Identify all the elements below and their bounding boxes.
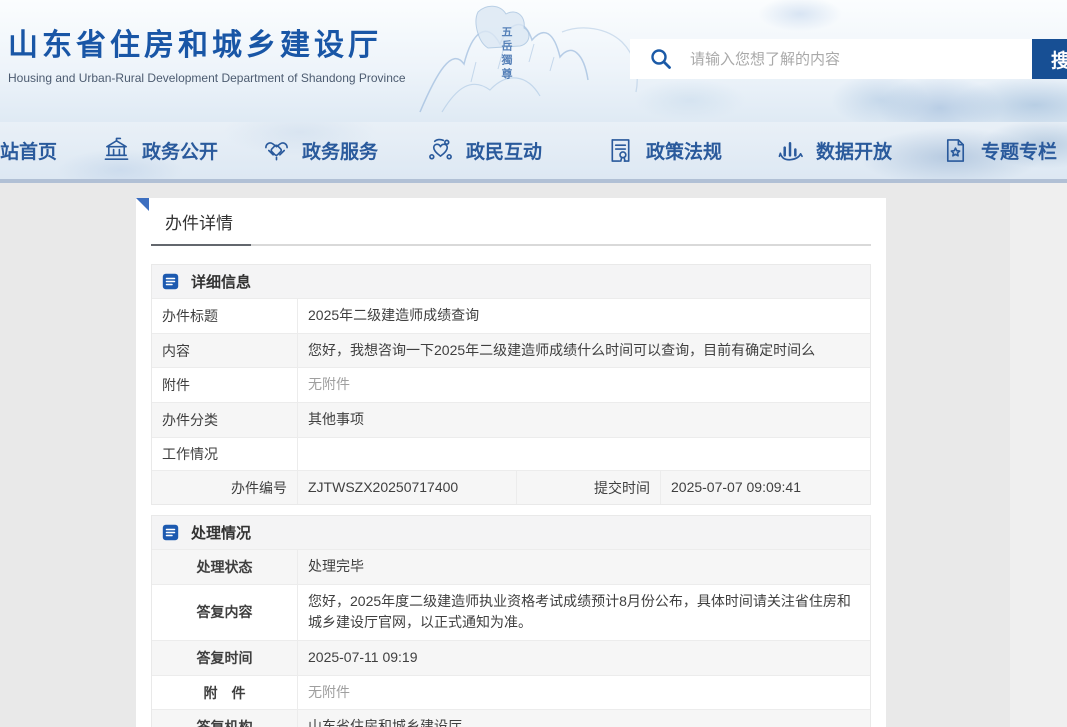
section-title: 处理情况 — [191, 522, 251, 543]
field-value — [297, 438, 870, 470]
field-label: 提交时间 — [516, 471, 660, 505]
site-title: 山东省住房和城乡建设厅 — [8, 20, 406, 64]
section-process-info: 处理情况 处理状态 处理完毕 答复内容 您好，2025年度二级建造师执业资格考试… — [151, 515, 871, 727]
table-footer-row: 办件编号 ZJTWSZX20250717400 提交时间 2025-07-07 … — [152, 470, 870, 505]
nav-item-policies[interactable]: 政策法规 — [607, 122, 722, 179]
site-logo[interactable]: 山东省住房和城乡建设厅 Housing and Urban-Rural Deve… — [8, 20, 406, 85]
site-header: 山东省住房和城乡建设厅 Housing and Urban-Rural Deve… — [0, 0, 1067, 122]
detail-card: 办件详情 详细信息 办件标题 2025年二级建造师成绩查询 内容 您好，我想咨询… — [136, 198, 886, 727]
nav-item-open-data[interactable]: 数据开放 — [777, 122, 892, 179]
field-value: 无附件 — [297, 676, 870, 710]
table-row: 工作情况 — [152, 437, 870, 470]
nav-item-label: 政务公开 — [142, 137, 218, 164]
search-input[interactable] — [630, 39, 1032, 79]
bar-chart-icon — [777, 137, 804, 164]
legal-doc-icon — [607, 137, 634, 164]
bank-icon — [103, 137, 130, 164]
reply-time: 2025-07-11 09:19 — [297, 641, 870, 675]
nav-item-gov-disclosure[interactable]: 政务公开 — [103, 122, 218, 179]
field-label: 内容 — [152, 334, 297, 368]
table-row: 答复内容 您好，2025年度二级建造师执业资格考试成绩预计8月份公布，具体时间请… — [152, 584, 870, 640]
heart-hands-icon — [427, 137, 454, 164]
reply-agency: 山东省住房和城乡建设厅 — [297, 710, 870, 727]
page-title: 办件详情 — [165, 209, 233, 234]
field-value: 您好，我想咨询一下2025年二级建造师成绩什么时间可以查询，目前有确定时间么 — [297, 334, 870, 368]
corner-decor — [136, 198, 149, 211]
site-subtitle: Housing and Urban-Rural Development Depa… — [8, 71, 406, 85]
nav-item-special-topics[interactable]: 专题专栏 — [942, 122, 1057, 179]
content-area: 办件详情 详细信息 办件标题 2025年二级建造师成绩查询 内容 您好，我想咨询… — [0, 183, 1067, 727]
main-nav: 站首页 政务公开 政务服务 — [0, 122, 1067, 179]
section-header: 处理情况 — [152, 516, 870, 549]
field-label: 处理状态 — [152, 550, 297, 584]
title-underline — [151, 244, 871, 246]
field-label: 工作情况 — [152, 438, 297, 470]
field-label: 办件编号 — [152, 471, 297, 505]
nav-item-label: 政策法规 — [646, 137, 722, 164]
decor-seal-text: 五岳獨尊 — [498, 26, 514, 82]
table-row: 内容 您好，我想咨询一下2025年二级建造师成绩什么时间可以查询，目前有确定时间… — [152, 333, 870, 368]
table-row: 附 件 无附件 — [152, 675, 870, 710]
nav-item-label: 站首页 — [0, 137, 57, 164]
table-row: 答复机构 山东省住房和城乡建设厅 — [152, 709, 870, 727]
nav-item-home[interactable]: 站首页 — [0, 122, 57, 179]
nav-item-gov-services[interactable]: 政务服务 — [263, 122, 378, 179]
case-number: ZJTWSZX20250717400 — [297, 471, 516, 505]
table-row: 办件分类 其他事项 — [152, 402, 870, 437]
field-value: 无附件 — [297, 368, 870, 402]
section-header: 详细信息 — [152, 265, 870, 298]
section-title: 详细信息 — [191, 271, 251, 292]
nav-item-label: 政民互动 — [466, 137, 542, 164]
field-value: 2025年二级建造师成绩查询 — [297, 299, 870, 333]
nav-item-label: 专题专栏 — [981, 137, 1057, 164]
field-label: 附件 — [152, 368, 297, 402]
submit-time: 2025-07-07 09:09:41 — [660, 471, 870, 505]
field-label: 办件标题 — [152, 299, 297, 333]
section-detail-info: 详细信息 办件标题 2025年二级建造师成绩查询 内容 您好，我想咨询一下202… — [151, 264, 871, 505]
document-icon — [162, 273, 179, 290]
search-button[interactable]: 搜索 — [1032, 39, 1067, 79]
field-value: 其他事项 — [297, 403, 870, 437]
status-value: 处理完毕 — [297, 550, 870, 584]
nav-item-public-interaction[interactable]: 政民互动 — [427, 122, 542, 179]
field-label: 答复机构 — [152, 710, 297, 727]
field-label: 办件分类 — [152, 403, 297, 437]
mountain-artwork — [412, 2, 652, 118]
table-row: 答复时间 2025-07-11 09:19 — [152, 640, 870, 675]
document-icon — [162, 524, 179, 541]
content-right-panel — [1010, 183, 1067, 727]
handshake-icon — [263, 137, 290, 164]
nav-item-label: 数据开放 — [816, 137, 892, 164]
nav-item-label: 政务服务 — [302, 137, 378, 164]
field-label: 答复内容 — [152, 585, 297, 640]
field-label: 附 件 — [152, 676, 297, 710]
table-row: 办件标题 2025年二级建造师成绩查询 — [152, 298, 870, 333]
table-row: 附件 无附件 — [152, 367, 870, 402]
table-row: 处理状态 处理完毕 — [152, 549, 870, 584]
field-label: 答复时间 — [152, 641, 297, 675]
star-doc-icon — [942, 137, 969, 164]
reply-content: 您好，2025年度二级建造师执业资格考试成绩预计8月份公布，具体时间请关注省住房… — [297, 585, 870, 640]
